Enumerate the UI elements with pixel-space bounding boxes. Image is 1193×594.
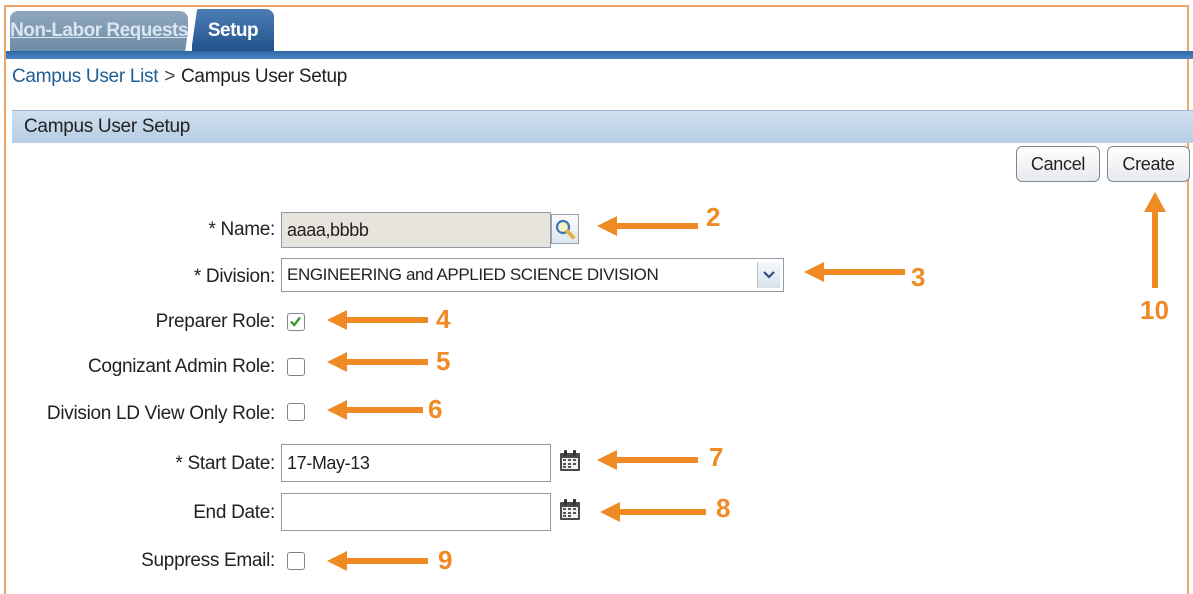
arrow-left-icon <box>600 502 706 522</box>
division-label: * Division: <box>193 266 275 287</box>
name-field[interactable]: aaaa,bbbb <box>281 212 551 248</box>
annotation-9: 9 <box>438 545 453 575</box>
page-frame <box>4 5 1189 594</box>
checkmark-icon <box>290 316 301 327</box>
preparer-role-checkbox[interactable] <box>287 313 305 331</box>
breadcrumb-current: Campus User Setup <box>181 66 347 87</box>
division-ld-view-only-role-checkbox[interactable] <box>287 403 305 421</box>
search-icon <box>555 219 575 239</box>
chevron-down-icon[interactable] <box>757 262 780 288</box>
arrow-left-icon <box>327 352 428 372</box>
cognizant-admin-role-checkbox[interactable] <box>287 358 305 376</box>
division-ld-view-only-role-label: Division LD View Only Role: <box>46 403 275 424</box>
suppress-email-checkbox[interactable] <box>287 552 305 570</box>
arrow-left-icon <box>597 216 698 236</box>
annotation-8: 8 <box>716 493 731 523</box>
division-value: ENGINEERING and APPLIED SCIENCE DIVISION <box>287 265 659 284</box>
name-label: * Name: <box>208 219 275 240</box>
arrow-left-icon <box>804 262 905 282</box>
division-select[interactable]: ENGINEERING and APPLIED SCIENCE DIVISION <box>281 258 784 292</box>
section-header: Campus User Setup <box>12 110 1193 143</box>
annotation-5: 5 <box>436 346 451 376</box>
tab-non-labor-requests[interactable]: Non-Labor Requests <box>10 11 188 51</box>
breadcrumb-campus-user-list[interactable]: Campus User List <box>12 66 159 87</box>
arrow-left-icon <box>327 400 423 420</box>
annotation-10: 10 <box>1140 295 1169 325</box>
start-date-label: * Start Date: <box>175 453 275 474</box>
arrow-left-icon <box>597 450 698 470</box>
cancel-button[interactable]: Cancel <box>1016 146 1100 182</box>
breadcrumb-separator: > <box>164 66 175 87</box>
tab-underline <box>6 51 1193 59</box>
tab-setup[interactable]: Setup <box>192 9 274 53</box>
arrow-left-icon <box>327 310 428 330</box>
end-date-label: End Date: <box>193 502 275 523</box>
annotation-6: 6 <box>428 394 443 424</box>
cognizant-admin-role-label: Cognizant Admin Role: <box>88 356 275 377</box>
suppress-email-label: Suppress Email: <box>141 550 275 571</box>
arrow-up-icon <box>1144 192 1166 288</box>
search-button[interactable] <box>551 214 579 244</box>
tab-bar: Non-Labor Requests Setup <box>6 7 1193 59</box>
section-title: Campus User Setup <box>24 116 190 137</box>
annotation-3: 3 <box>911 262 926 292</box>
create-button[interactable]: Create <box>1107 146 1190 182</box>
calendar-icon[interactable] <box>558 449 582 473</box>
arrow-left-icon <box>327 551 428 571</box>
annotation-7: 7 <box>709 442 724 472</box>
calendar-icon[interactable] <box>558 498 582 522</box>
end-date-field[interactable] <box>281 493 551 531</box>
annotation-2: 2 <box>706 202 721 232</box>
preparer-role-label: Preparer Role: <box>155 311 276 332</box>
breadcrumb: Campus User List > Campus User Setup <box>12 66 347 88</box>
start-date-field[interactable]: 17-May-13 <box>281 444 551 482</box>
annotation-4: 4 <box>436 304 451 334</box>
